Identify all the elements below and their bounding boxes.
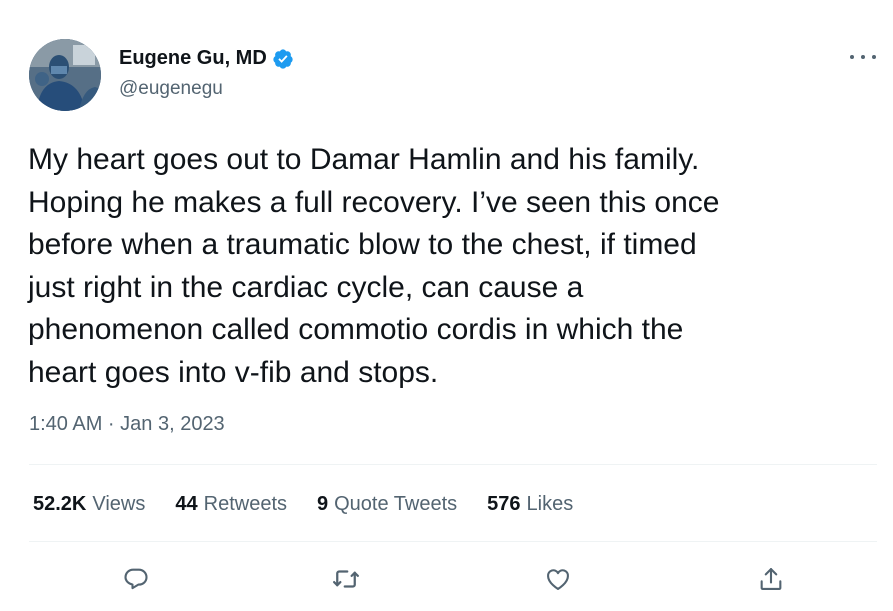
stat-quote-tweets[interactable]: 9 Quote Tweets — [317, 493, 457, 516]
likes-count: 576 — [487, 493, 521, 515]
tweet-timestamp[interactable]: 1:40 AM · Jan 3, 2023 — [29, 413, 225, 436]
reply-icon — [124, 568, 148, 590]
like-button[interactable] — [543, 564, 573, 594]
tweet-card: Eugene Gu, MD @eugenegu My heart goes ou… — [0, 0, 893, 611]
verified-badge-icon — [273, 48, 293, 69]
tweet-stats: 52.2K Views 44 Retweets 9 Quote Tweets 5… — [33, 493, 603, 516]
tweet-actions — [0, 560, 893, 600]
tweet-text: My heart goes out to Damar Hamlin and hi… — [28, 143, 720, 389]
divider — [29, 464, 877, 465]
retweets-count: 44 — [175, 493, 198, 515]
retweets-label: Retweets — [203, 493, 287, 515]
share-icon — [760, 568, 782, 590]
author-handle[interactable]: @eugenegu — [119, 78, 223, 100]
avatar[interactable] — [29, 39, 101, 111]
author-name-row: Eugene Gu, MD — [119, 47, 294, 70]
more-options-icon[interactable] — [850, 47, 876, 67]
retweet-button[interactable] — [331, 564, 361, 594]
retweet-icon — [333, 570, 359, 588]
quote-tweets-label: Quote Tweets — [334, 493, 458, 515]
views-count: 52.2K — [33, 493, 87, 515]
stat-retweets[interactable]: 44 Retweets — [175, 493, 287, 516]
stat-views[interactable]: 52.2K Views — [33, 493, 145, 516]
quote-tweets-count: 9 — [317, 493, 329, 515]
avatar-photo — [29, 39, 101, 111]
views-label: Views — [92, 493, 146, 515]
reply-button[interactable] — [121, 564, 151, 594]
divider — [29, 541, 877, 542]
author-display-name[interactable]: Eugene Gu, MD — [119, 47, 267, 70]
stat-likes[interactable]: 576 Likes — [487, 493, 573, 516]
likes-label: Likes — [526, 493, 574, 515]
like-icon — [547, 569, 569, 590]
share-button[interactable] — [756, 564, 786, 594]
